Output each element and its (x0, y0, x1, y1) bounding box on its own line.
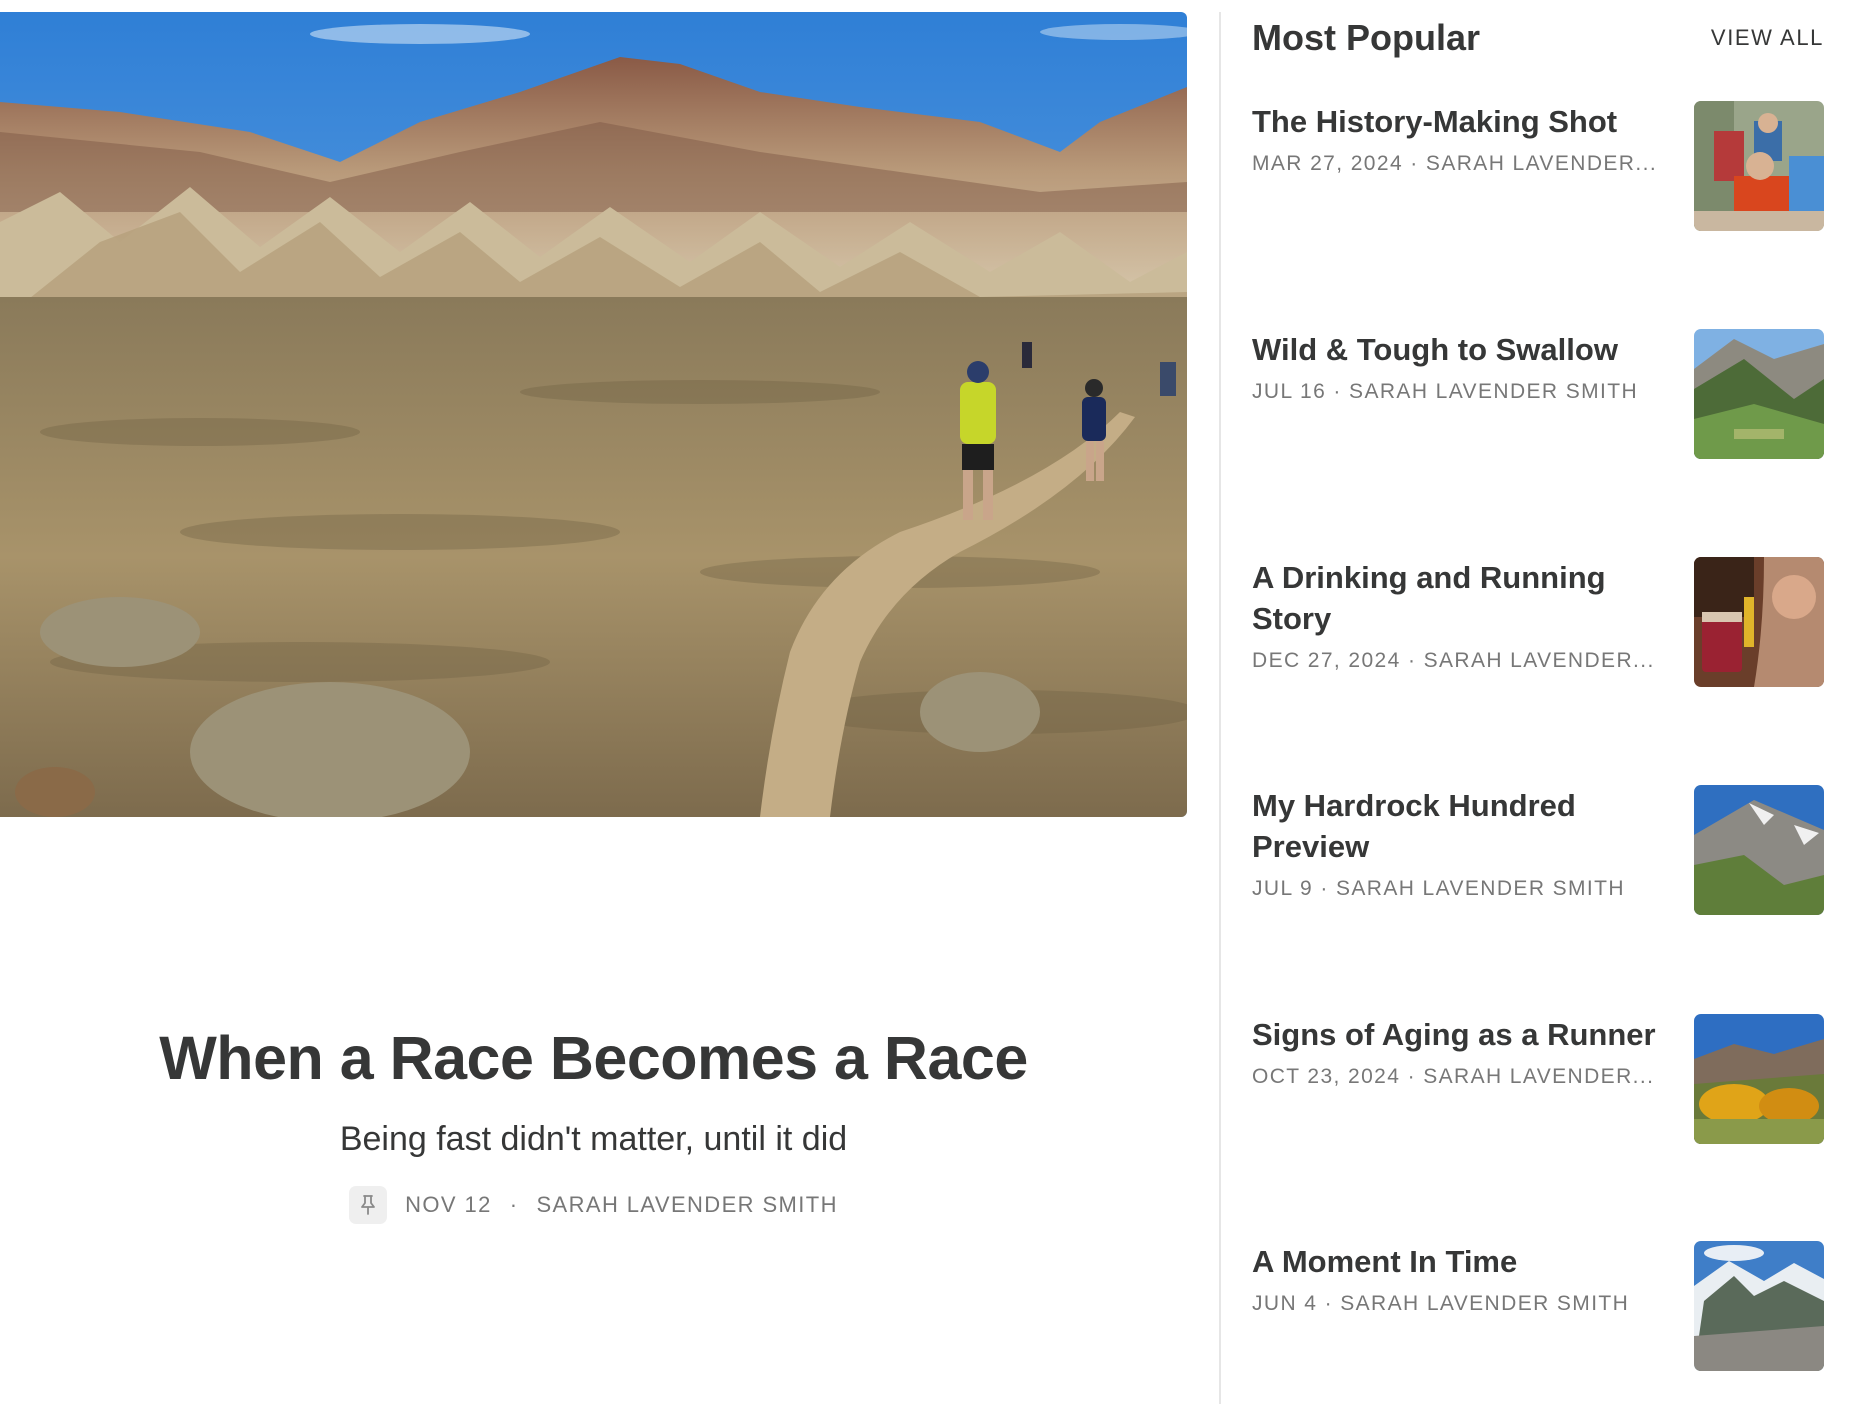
popular-post-title[interactable]: Signs of Aging as a Runner (1252, 1014, 1672, 1055)
post-date: JUL 16 (1252, 380, 1327, 403)
post-author[interactable]: SARAH LAVENDER SMITH (1349, 380, 1638, 403)
popular-post-item[interactable]: Signs of Aging as a Runner OCT 23, 2024 … (1252, 1014, 1824, 1144)
most-popular-heading: Most Popular (1252, 17, 1481, 58)
popular-post-title[interactable]: Wild & Tough to Swallow (1252, 329, 1672, 370)
popular-post-thumbnail[interactable] (1694, 101, 1824, 231)
post-date: JUL 9 (1252, 877, 1314, 900)
featured-post-meta: NOV 12 · SARAH LAVENDER SMITH (0, 1186, 1187, 1224)
popular-post-thumbnail[interactable] (1694, 329, 1824, 459)
popular-post-item[interactable]: My Hardrock Hundred Preview JUL 9 · SARA… (1252, 785, 1824, 915)
popular-post-item[interactable]: The History-Making Shot MAR 27, 2024 · S… (1252, 101, 1824, 231)
post-date: MAR 27, 2024 (1252, 152, 1404, 175)
post-date: DEC 27, 2024 (1252, 649, 1401, 672)
popular-post-item[interactable]: A Drinking and Running Story DEC 27, 202… (1252, 557, 1824, 687)
column-divider (1219, 12, 1221, 1404)
featured-post-title[interactable]: When a Race Becomes a Race (0, 1022, 1187, 1095)
popular-post-title[interactable]: The History-Making Shot (1252, 101, 1672, 142)
popular-post-thumbnail[interactable] (1694, 1241, 1824, 1371)
desert-trail-photo (0, 12, 1187, 817)
popular-post-meta: JUL 9 · SARAH LAVENDER SMITH (1252, 877, 1625, 900)
popular-post-thumbnail[interactable] (1694, 785, 1824, 915)
featured-post-subtitle: Being fast didn't matter, until it did (339, 1120, 848, 1158)
post-author[interactable]: SARAH LAVENDER... (1423, 1065, 1654, 1088)
featured-post-image[interactable] (0, 12, 1187, 817)
meta-separator: · (509, 1192, 519, 1217)
popular-post-meta: MAR 27, 2024 · SARAH LAVENDER... (1252, 152, 1658, 175)
popular-post-meta: OCT 23, 2024 · SARAH LAVENDER... (1252, 1065, 1655, 1088)
post-author[interactable]: SARAH LAVENDER... (1426, 152, 1657, 175)
popular-post-meta: JUL 16 · SARAH LAVENDER SMITH (1252, 380, 1639, 403)
popular-post-item[interactable]: Wild & Tough to Swallow JUL 16 · SARAH L… (1252, 329, 1824, 459)
view-all-link[interactable]: VIEW ALL (1711, 25, 1824, 51)
popular-post-thumbnail[interactable] (1694, 557, 1824, 687)
popular-post-meta: JUN 4 · SARAH LAVENDER SMITH (1252, 1292, 1630, 1315)
featured-post-author-link[interactable]: SARAH LAVENDER SMITH (536, 1192, 837, 1218)
popular-post-thumbnail[interactable] (1694, 1014, 1824, 1144)
pin-icon (349, 1186, 388, 1224)
post-author[interactable]: SARAH LAVENDER SMITH (1336, 877, 1625, 900)
popular-post-meta: DEC 27, 2024 · SARAH LAVENDER... (1252, 649, 1655, 672)
post-date: JUN 4 (1252, 1292, 1318, 1315)
popular-post-item[interactable]: A Moment In Time JUN 4 · SARAH LAVENDER … (1252, 1241, 1824, 1371)
popular-post-title[interactable]: A Moment In Time (1252, 1241, 1672, 1282)
popular-post-title[interactable]: A Drinking and Running Story (1252, 557, 1672, 639)
post-author[interactable]: SARAH LAVENDER SMITH (1340, 1292, 1629, 1315)
popular-post-title[interactable]: My Hardrock Hundred Preview (1252, 785, 1672, 867)
featured-post-date: NOV 12 (405, 1192, 492, 1217)
post-date: OCT 23, 2024 (1252, 1065, 1401, 1088)
most-popular-header: Most Popular VIEW ALL (1252, 14, 1824, 62)
post-author[interactable]: SARAH LAVENDER... (1424, 649, 1655, 672)
